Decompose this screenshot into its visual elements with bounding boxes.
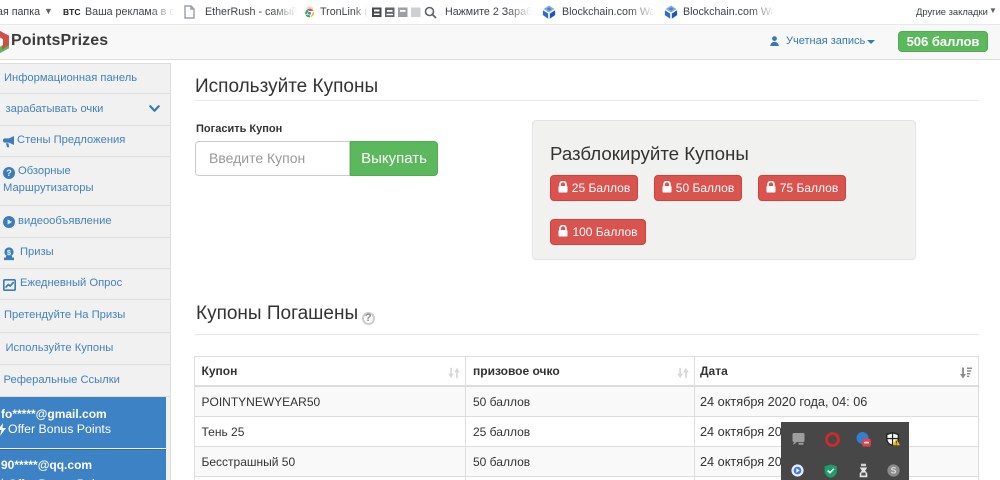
svg-text:S: S	[891, 466, 897, 476]
svg-text:?: ?	[6, 168, 12, 178]
